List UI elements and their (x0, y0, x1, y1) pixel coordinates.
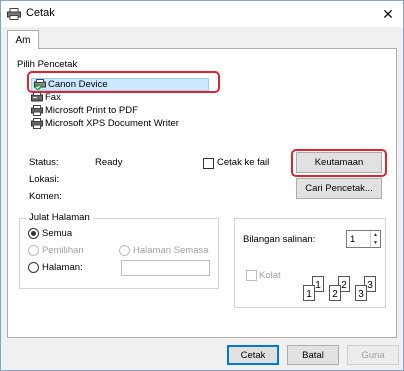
window-title: Cetak (26, 7, 55, 19)
printer-icon (7, 8, 21, 20)
close-button[interactable]: ✕ (373, 1, 403, 27)
pages-label[interactable]: Halaman: (42, 262, 83, 273)
highlight-selected-printer (27, 71, 220, 93)
status-label: Status: (29, 157, 59, 168)
all-pages-label[interactable]: Semua (42, 228, 72, 239)
print-to-file-checkbox[interactable] (203, 158, 214, 169)
printer-name: Microsoft Print to PDF (45, 105, 138, 116)
collate-page: 3 (355, 285, 367, 301)
cancel-button-label: Batal (302, 349, 324, 361)
chevron-up-icon[interactable]: ▲ (371, 231, 380, 239)
close-icon: ✕ (382, 5, 394, 22)
tab-general[interactable]: Am (7, 30, 39, 49)
page-range-title: Julat Halaman (26, 212, 93, 223)
print-dialog: Cetak ✕ Am Pilih Pencetak Canon Device F… (0, 0, 404, 371)
highlight-preferences (291, 149, 387, 177)
collate-label[interactable]: Kolat (259, 270, 281, 281)
print-button[interactable]: Cetak (227, 345, 279, 365)
pages-input[interactable] (121, 260, 210, 276)
status-value: Ready (95, 157, 123, 168)
copies-count-label: Bilangan salinan: (243, 234, 316, 245)
printer-group-title: Pilih Pencetak (17, 59, 78, 70)
current-page-label[interactable]: Halaman Semasa (133, 245, 209, 256)
title-bar: Cetak ✕ (1, 1, 403, 27)
location-label: Lokasi: (29, 174, 60, 185)
pages-radio[interactable] (28, 262, 39, 273)
selection-label[interactable]: Pemilihan (42, 245, 84, 256)
collate-checkbox[interactable] (246, 270, 257, 281)
printer-name: Microsoft XPS Document Writer (45, 118, 179, 129)
printer-item-xps[interactable]: Microsoft XPS Document Writer (31, 117, 241, 130)
spinner-arrows[interactable]: ▲ ▼ (370, 231, 380, 247)
print-button-label: Cetak (240, 349, 266, 361)
print-to-file-label[interactable]: Cetak ke fail (217, 157, 269, 168)
chevron-down-icon[interactable]: ▼ (371, 239, 380, 247)
collate-page: 1 (303, 285, 315, 301)
collate-page: 2 (329, 285, 341, 301)
collate-illustration: 1 1 2 2 3 3 (300, 276, 380, 306)
fax-printer-icon (31, 92, 43, 102)
copies-spinner[interactable]: 1 ▲ ▼ (346, 230, 381, 248)
apply-button-label: Guna (361, 349, 385, 361)
find-printer-button-label: Cari Pencetak... (305, 183, 373, 194)
selection-radio[interactable] (28, 245, 39, 256)
all-pages-radio[interactable] (28, 228, 39, 239)
comment-label: Komen: (29, 191, 62, 202)
cancel-button[interactable]: Batal (287, 345, 339, 365)
apply-button[interactable]: Guna (347, 345, 399, 365)
current-page-radio[interactable] (119, 245, 130, 256)
printer-name: Fax (45, 92, 61, 103)
copies-count-value: 1 (350, 233, 356, 245)
printer-item-pdf[interactable]: Microsoft Print to PDF (31, 104, 241, 117)
printer-icon (31, 118, 43, 129)
printer-icon (31, 105, 43, 116)
find-printer-button[interactable]: Cari Pencetak... (296, 178, 382, 199)
tab-label: Am (15, 34, 31, 46)
